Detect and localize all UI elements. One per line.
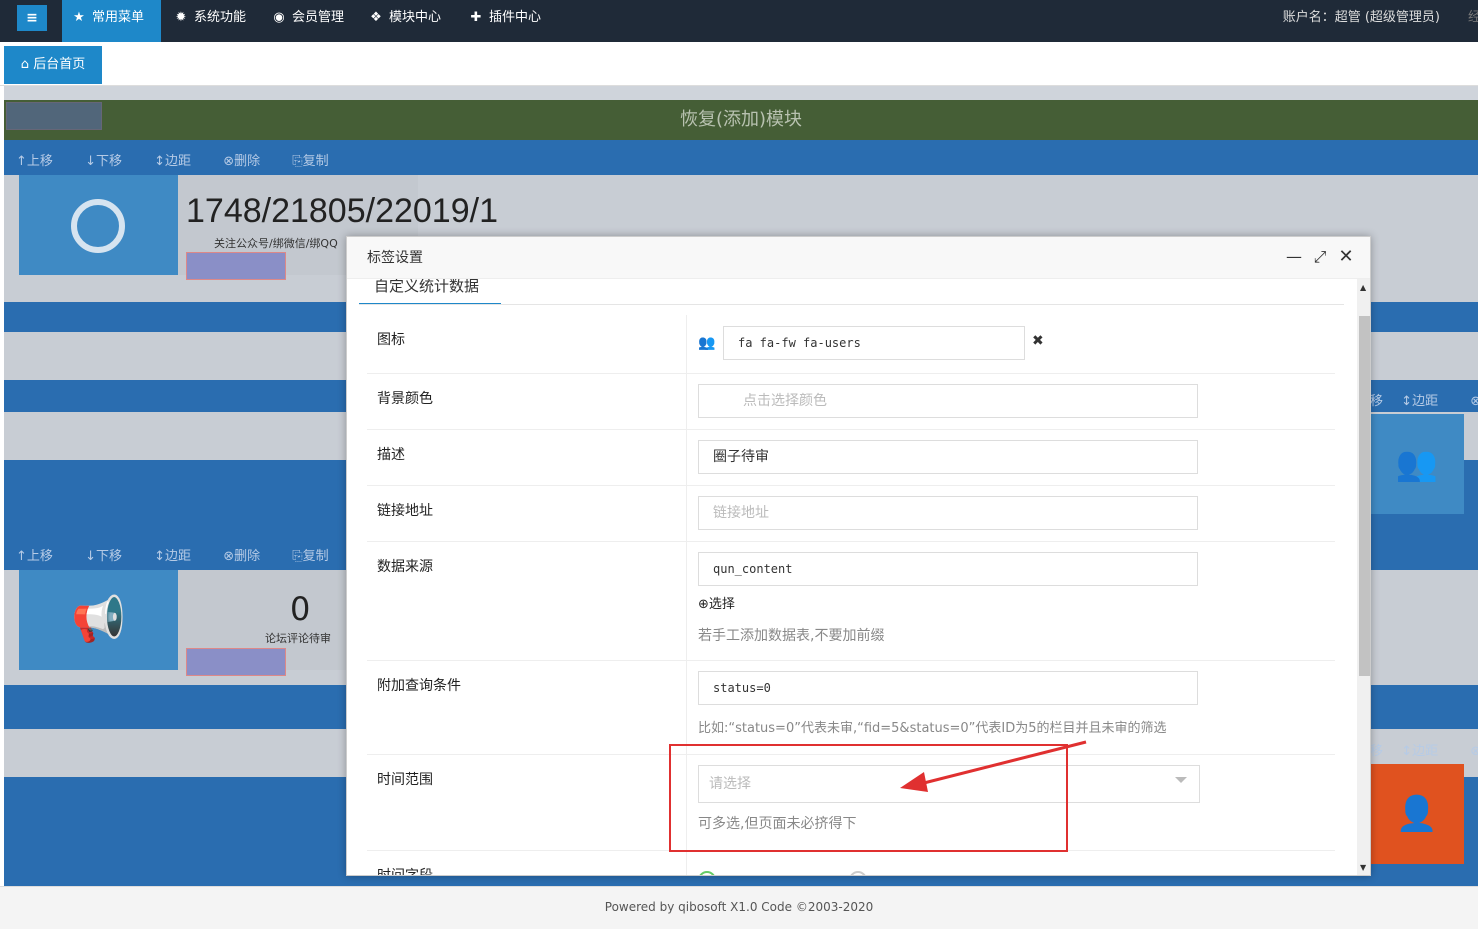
copy-button[interactable]: ⎘复制 (292, 549, 342, 564)
user-circle-icon: ◉ (273, 10, 285, 25)
select-source-button[interactable]: ⊕选择 (698, 593, 735, 612)
annotation-arrow-icon (900, 740, 1087, 792)
home-icon: ⌂ (20, 57, 34, 72)
module-toolbar[interactable]: ↑上移 ↓下移 ↕边距 ⊗删除 ⎘复制 (16, 150, 357, 169)
form-row-bgcolor: 背景颜色 点击选择颜色 (367, 374, 1335, 430)
form-row-link: 链接地址 链接地址 (367, 486, 1335, 542)
puzzle-icon: ✚ (470, 10, 482, 25)
margin-button[interactable]: ↕边距 (154, 154, 205, 169)
field-label: 时间字段 (367, 851, 687, 875)
copy-button[interactable]: ⎘复制 (292, 154, 342, 169)
user-icon: 👤 (1370, 764, 1464, 864)
field-label: 图标 (367, 315, 687, 373)
nav-item-members[interactable]: ◉ 会员管理 (272, 0, 344, 42)
users-icon: 👥 (698, 335, 716, 351)
dialog-scrollbar[interactable]: ▲ ▼ (1357, 279, 1370, 875)
plus-circle-icon: ⊕ (698, 597, 709, 612)
module-toolbar-right[interactable]: 移 ↕边距 ⊗ (1370, 740, 1478, 759)
star-icon: ★ (73, 10, 85, 25)
move-up-button[interactable]: ↑上移 (16, 154, 67, 169)
megaphone-icon: 📢 (19, 570, 178, 670)
resize-handle[interactable] (186, 252, 286, 280)
stat-card-icon-1 (19, 175, 178, 275)
minimize-icon[interactable]: — (1284, 247, 1304, 267)
tab-custom-stats[interactable]: 自定义统计数据 (359, 279, 501, 305)
description-input[interactable]: 圈子待审 (698, 440, 1198, 474)
field-label: 背景颜色 (367, 374, 687, 429)
radio-option[interactable] (849, 871, 867, 875)
scroll-up-icon[interactable]: ▲ (1360, 283, 1366, 292)
tab-divider (359, 304, 1344, 305)
account-name[interactable]: 账户名：超管 (超级管理员) (1283, 0, 1440, 36)
move-down-button[interactable]: ↓下移 (85, 549, 136, 564)
margin-button[interactable]: ↕边距 (154, 549, 205, 564)
account-trail-text: 经 (1468, 10, 1478, 25)
tab-home[interactable]: ⌂ 后台首页 (4, 46, 102, 84)
form-row-description: 描述 圈子待审 (367, 430, 1335, 486)
source-hint: 若手工添加数据表,不要加前缀 (698, 628, 885, 644)
close-icon[interactable]: ✕ (1336, 247, 1356, 267)
stat-value-2: 0 (290, 590, 311, 628)
condition-hint: 比如:“status=0”代表未审,“fid=5&status=0”代表ID为5… (698, 721, 1167, 736)
tab-bar (0, 42, 1478, 86)
nav-item-modules[interactable]: ❖ 模块中心 (369, 0, 441, 42)
restore-module-bar[interactable]: 恢复(添加)模块 (4, 100, 1478, 140)
chevron-down-icon[interactable] (1175, 777, 1187, 783)
condition-input[interactable]: status=0 (698, 671, 1198, 705)
form-row-icon: 图标 👥 fa fa-fw fa-users ✖ (367, 315, 1335, 374)
delete-button[interactable]: ⊗删除 (223, 154, 274, 169)
field-label: 附加查询条件 (367, 661, 687, 754)
module-toolbar[interactable]: ↑上移 ↓下移 ↕边距 ⊗删除 ⎘复制 (16, 545, 357, 564)
cubes-icon: ❖ (370, 10, 382, 25)
nav-item-plugins[interactable]: ✚ 插件中心 (469, 0, 541, 42)
footer: Powered by qibosoft X1.0 Code ©2003-2020 (0, 886, 1478, 929)
user-avatar-icon (71, 199, 125, 253)
scrollbar-thumb[interactable] (1359, 316, 1370, 676)
clear-icon[interactable]: ✖ (1032, 333, 1044, 349)
move-down-button[interactable]: ↓下移 (85, 154, 136, 169)
hamburger-menu-icon[interactable]: ≡ (17, 5, 47, 31)
form-row-condition: 附加查询条件 status=0 比如:“status=0”代表未审,“fid=5… (367, 661, 1335, 755)
radio-option[interactable] (698, 871, 716, 875)
users-icon: 👥 (1370, 414, 1464, 514)
resize-handle[interactable] (186, 648, 286, 676)
field-label: 链接地址 (367, 486, 687, 541)
top-navbar: ≡ ★ 常用菜单 ✹ 系统功能 ◉ 会员管理 ❖ 模块中心 ✚ 插件中心 账户名：超管 (… (0, 0, 1478, 42)
nav-item-common-menu[interactable]: ★ 常用菜单 (62, 0, 161, 42)
gear-icon: ✹ (175, 10, 187, 25)
nav-item-system[interactable]: ✹ 系统功能 (174, 0, 246, 42)
link-input[interactable]: 链接地址 (698, 496, 1198, 530)
color-picker-input[interactable]: 点击选择颜色 (698, 384, 1198, 418)
module-toolbar-right[interactable]: 移 ↕边距 ⊗ (1370, 390, 1478, 409)
restore-handle[interactable] (6, 102, 102, 130)
icon-input[interactable]: fa fa-fw fa-users (723, 326, 1025, 360)
field-label: 描述 (367, 430, 687, 485)
stat-desc-2: 论坛评论待审 (265, 632, 331, 645)
dialog-title: 标签设置 (347, 237, 1370, 279)
move-up-button[interactable]: ↑上移 (16, 549, 67, 564)
delete-button[interactable]: ⊗删除 (223, 549, 274, 564)
stat-value-1: 1748/21805/22019/1 (186, 192, 498, 230)
stat-desc-1: 关注公众号/绑微信/绑QQ (214, 237, 338, 250)
form-row-time-field: 时间字段 (367, 851, 1335, 875)
field-label: 时间范围 (367, 755, 687, 850)
maximize-icon[interactable]: ⤢ (1310, 247, 1330, 267)
source-input[interactable]: qun_content (698, 552, 1198, 586)
scroll-down-icon[interactable]: ▼ (1360, 863, 1366, 872)
field-label: 数据来源 (367, 542, 687, 660)
form-row-source: 数据来源 qun_content ⊕选择 若手工添加数据表,不要加前缀 (367, 542, 1335, 661)
